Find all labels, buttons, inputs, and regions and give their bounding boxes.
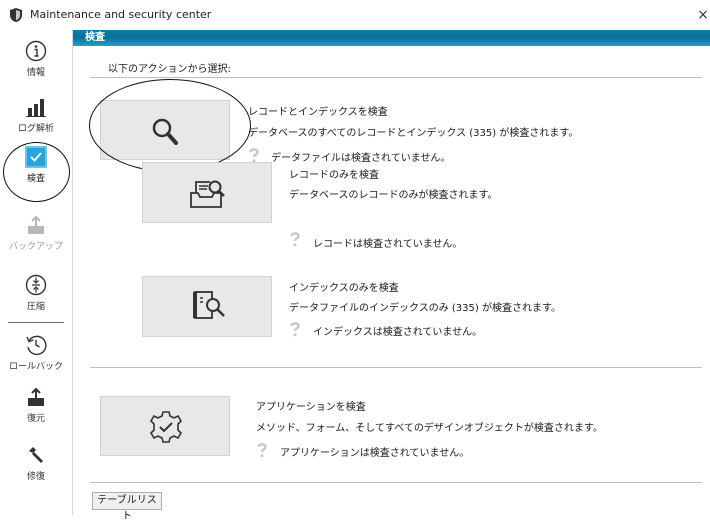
sidebar-item-label: 修復 — [26, 472, 45, 482]
action-status: インデックスは検査されていません。 — [313, 327, 483, 338]
sidebar-item-label: ロールバック — [8, 362, 63, 372]
action-title: レコードのみを検査 — [289, 170, 379, 181]
table-list-button[interactable]: テーブルリスト — [92, 492, 162, 522]
sidebar-item-label: バックアップ — [8, 242, 63, 252]
shield-app-icon — [10, 8, 22, 22]
sidebar-item-log-analysis[interactable]: ログ解析 — [0, 96, 72, 148]
action-title: レコードとインデックスを検査 — [248, 107, 388, 118]
compress-icon — [25, 274, 47, 296]
action-status: アプリケーションは検査されていません。 — [280, 448, 470, 459]
gear-check-icon — [149, 411, 183, 443]
records-search-icon — [190, 180, 225, 208]
sidebar-item-backup[interactable]: バックアップ — [0, 214, 72, 266]
verify-records-only-button[interactable] — [142, 162, 272, 223]
sidebar-item-repair[interactable]: 修復 — [0, 444, 72, 496]
sidebar: 情報 ログ解析 検査 バックアップ 圧縮 ロールバック 復元 修復 — [0, 30, 73, 515]
sidebar-item-label: 情報 — [26, 68, 45, 78]
info-icon — [25, 40, 47, 62]
question-mark-icon — [290, 322, 300, 337]
index-search-icon — [193, 291, 225, 319]
action-title: アプリケーションを検査 — [256, 402, 366, 413]
section-header-title: 検査 — [85, 32, 105, 43]
sidebar-item-rollback[interactable]: ロールバック — [0, 334, 72, 386]
action-title: インデックスのみを検査 — [289, 283, 399, 294]
sidebar-item-verify[interactable]: 検査 — [0, 146, 72, 198]
action-description: データベースのすべてのレコードとインデックス (335) が検査されます。 — [248, 128, 579, 139]
sidebar-item-label: 圧縮 — [26, 302, 45, 312]
sidebar-item-label: 検査 — [26, 174, 45, 184]
window-title: Maintenance and security center — [30, 8, 212, 21]
wrench-icon — [29, 447, 43, 463]
rollback-icon — [26, 335, 47, 356]
title-bar: Maintenance and security center × — [0, 0, 710, 31]
question-mark-icon — [249, 148, 259, 163]
action-status: データファイルは検査されていません。 — [271, 153, 451, 164]
divider — [90, 482, 702, 483]
sidebar-item-info[interactable]: 情報 — [0, 40, 72, 92]
divider — [90, 367, 702, 368]
restore-icon — [28, 387, 44, 406]
checkbox-icon — [25, 146, 47, 168]
close-icon[interactable]: × — [696, 0, 710, 30]
page-subtitle: 以下のアクションから選択: — [108, 64, 231, 75]
divider — [90, 77, 702, 78]
magnifier-icon — [152, 118, 178, 145]
action-status: レコードは検査されていません。 — [313, 239, 463, 250]
verify-application-button[interactable] — [100, 396, 230, 456]
question-mark-icon — [290, 232, 300, 247]
action-description: データファイルのインデックスのみ (335) が検査されます。 — [289, 303, 561, 314]
verify-indexes-only-button[interactable] — [142, 276, 272, 337]
sidebar-item-restore[interactable]: 復元 — [0, 386, 72, 438]
bar-chart-icon — [26, 99, 46, 117]
verify-records-and-indexes-button[interactable] — [100, 100, 230, 160]
section-header: 検査 — [73, 30, 710, 46]
sidebar-divider — [8, 322, 64, 323]
sidebar-item-label: 復元 — [26, 414, 45, 424]
action-description: メソッド、フォーム、そしてすべてのデザインオブジェクトが検査されます。 — [256, 423, 603, 434]
sidebar-item-compress[interactable]: 圧縮 — [0, 274, 72, 326]
sidebar-item-label: ログ解析 — [17, 124, 54, 134]
action-description: データベースのレコードのみが検査されます。 — [289, 190, 498, 201]
backup-icon — [28, 215, 44, 234]
question-mark-icon — [257, 443, 267, 458]
